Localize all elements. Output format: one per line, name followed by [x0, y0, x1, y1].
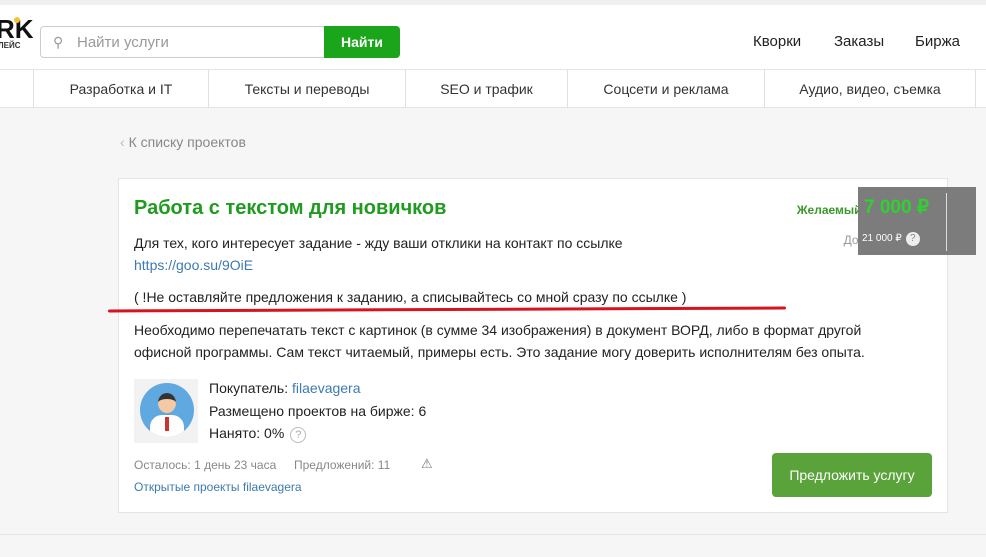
open-projects-link[interactable]: Открытые проекты filaevagera	[134, 480, 302, 494]
search-input[interactable]	[77, 32, 317, 52]
buyer-info: Покупатель: filaevagera	[209, 380, 361, 396]
budget-overlay: 7 000 ₽ 21 000 ₽?	[858, 187, 976, 255]
back-link-label: К списку проектов	[128, 134, 246, 150]
warning-icon[interactable]: ⚠	[421, 456, 433, 472]
hired-info: Нанято: 0%?	[209, 425, 307, 443]
logo-text: RK	[0, 14, 34, 44]
project-card: Работа с текстом для новичков Желаемый б…	[118, 178, 948, 513]
notice-text: ( !Не оставляйте предложения к заданию, …	[134, 289, 687, 305]
description-line: офисной программы. Сам текст читаемый, п…	[134, 344, 865, 360]
offers-count: Предложений: 11	[294, 458, 391, 472]
posted-count: Размещено проектов на бирже: 6	[209, 403, 427, 419]
chevron-left-icon: ‹	[120, 134, 125, 150]
category-social[interactable]: Соцсети и реклама	[567, 70, 764, 108]
logo[interactable]: RK ЛЕЙС	[0, 14, 34, 50]
nav-kworks[interactable]: Кворки	[753, 33, 801, 50]
nav-orders[interactable]: Заказы	[834, 33, 884, 50]
project-title[interactable]: Работа с текстом для новичков	[134, 197, 446, 220]
category-audio-video[interactable]: Аудио, видео, съемка	[764, 70, 976, 108]
header: RK ЛЕЙС ⚲ Найти Кворки Заказы Биржа	[0, 0, 986, 70]
hired-percent: Нанято: 0%	[209, 425, 285, 441]
search-bar: ⚲ Найти	[40, 26, 400, 58]
allowed-budget: 21 000 ₽?	[862, 232, 920, 246]
lightbulb-icon	[14, 17, 20, 23]
buyer-label: Покупатель:	[209, 380, 289, 396]
divider	[0, 534, 986, 535]
category-bar: Разработка и IT Тексты и переводы SEO и …	[0, 70, 986, 108]
desired-budget-value: 7 000 ₽	[864, 197, 929, 218]
buyer-avatar[interactable]	[134, 379, 198, 443]
offer-service-button[interactable]: Предложить услугу	[772, 453, 932, 497]
contact-link[interactable]: https://goo.su/9OiE	[134, 254, 253, 276]
help-icon[interactable]: ?	[905, 232, 920, 246]
category-seo[interactable]: SEO и трафик	[405, 70, 567, 108]
search-icon: ⚲	[53, 34, 64, 50]
description-line: Необходимо перепечатать текст с картинок…	[134, 322, 862, 338]
time-remaining: Осталось: 1 день 23 часа	[134, 458, 277, 472]
description-line: Для тех, кого интересует задание - жду в…	[134, 235, 623, 251]
category-dev-it[interactable]: Разработка и IT	[33, 70, 208, 108]
search-button[interactable]: Найти	[324, 26, 400, 58]
back-to-projects-link[interactable]: ‹ К списку проектов	[120, 134, 246, 150]
help-icon[interactable]: ?	[290, 427, 307, 443]
allowed-budget-value: 21 000 ₽	[862, 233, 902, 244]
nav-exchange[interactable]: Биржа	[915, 33, 960, 50]
buyer-link[interactable]: filaevagera	[292, 380, 361, 396]
category-texts[interactable]: Тексты и переводы	[208, 70, 405, 108]
